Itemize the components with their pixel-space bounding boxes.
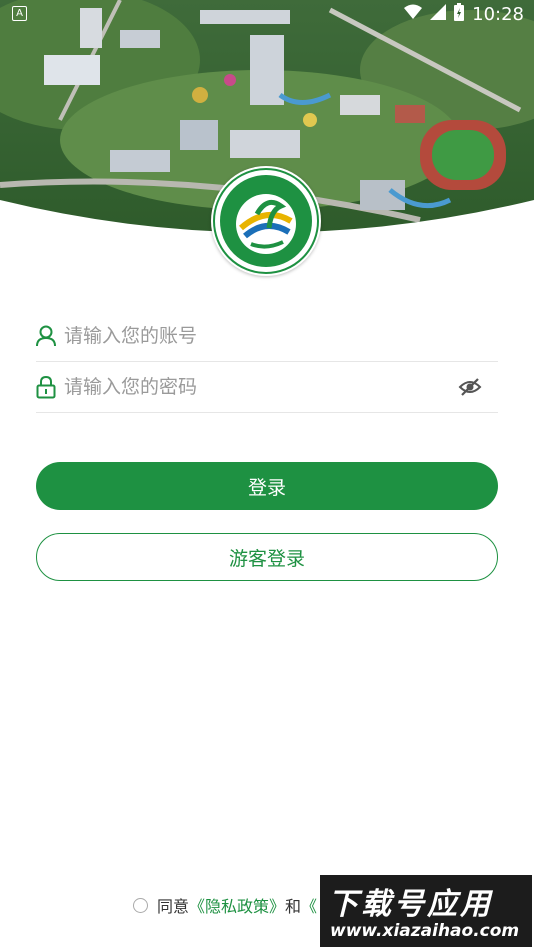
agreement-prefix: 同意 xyxy=(157,897,190,916)
clock: 10:28 xyxy=(472,4,524,25)
agreement-checkbox[interactable] xyxy=(133,897,148,913)
user-icon xyxy=(36,324,56,348)
notification-badge: A xyxy=(12,6,27,21)
college-logo xyxy=(211,166,321,276)
password-input[interactable] xyxy=(64,376,498,398)
watermark-url: www.xiazaihao.com xyxy=(330,921,520,941)
guest-login-button[interactable]: 游客登录 xyxy=(36,533,498,581)
password-field[interactable] xyxy=(36,362,498,413)
account-input[interactable] xyxy=(64,325,498,347)
agreement-row: 同意 《隐私政策》 和 《 xyxy=(133,893,317,917)
eye-off-icon[interactable] xyxy=(458,375,482,399)
login-button[interactable]: 登录 xyxy=(36,462,498,510)
lock-icon xyxy=(36,375,56,399)
wifi-icon xyxy=(404,4,423,25)
privacy-policy-link[interactable]: 《隐私政策》 xyxy=(189,893,285,917)
signal-icon xyxy=(430,4,447,25)
account-field[interactable] xyxy=(36,311,498,362)
agreement-and: 和 xyxy=(285,897,302,916)
status-bar: A 10:28 xyxy=(0,0,534,28)
terms-link[interactable]: 《 xyxy=(301,893,317,917)
site-watermark: 下载号应用 www.xiazaihao.com xyxy=(320,875,532,947)
battery-icon xyxy=(454,3,465,26)
watermark-title: 下载号应用 xyxy=(328,887,493,922)
